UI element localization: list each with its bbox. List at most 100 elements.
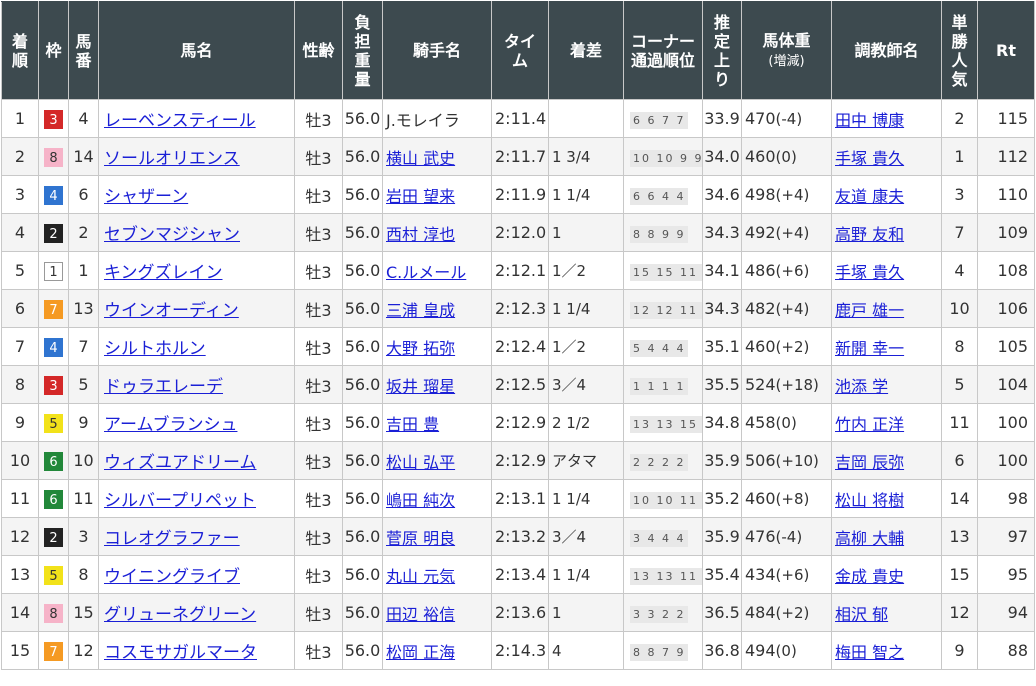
horse-name-link[interactable]: レーベンスティール bbox=[104, 111, 256, 131]
umaban-cell: 10 bbox=[68, 441, 99, 480]
table-row: 8 3 5 ドゥラエレーデ 牡3 56.0 坂井 瑠星 2:12.5 3／4 1… bbox=[1, 365, 1035, 404]
sex-age-cell: 牡3 bbox=[294, 517, 343, 556]
trainer-link[interactable]: 鹿戸 雄一 bbox=[835, 301, 904, 320]
header-horse-name: 馬名 bbox=[98, 1, 295, 100]
popularity-cell: 9 bbox=[941, 631, 978, 670]
trainer-link[interactable]: 高野 友和 bbox=[835, 225, 904, 244]
body-weight-cell: 492(+4) bbox=[741, 213, 832, 252]
trainer-link[interactable]: 相沢 郁 bbox=[835, 605, 888, 624]
jockey-link[interactable]: 三浦 皇成 bbox=[386, 301, 455, 320]
jockey-link[interactable]: 西村 淳也 bbox=[386, 225, 455, 244]
margin-cell: 3／4 bbox=[548, 517, 624, 556]
corner-positions: 8 8 7 9 bbox=[630, 643, 689, 661]
popularity-cell: 7 bbox=[941, 213, 978, 252]
umaban-cell: 15 bbox=[68, 593, 99, 632]
horse-name-link[interactable]: セブンマジシャン bbox=[104, 225, 240, 245]
horse-name-cell: コレオグラファー bbox=[98, 517, 295, 556]
last3f-cell: 35.1 bbox=[702, 327, 742, 366]
horse-name-link[interactable]: アームブランシュ bbox=[104, 415, 237, 435]
header-last3f: 推定上り bbox=[702, 1, 742, 100]
horse-name-link[interactable]: グリューネグリーン bbox=[104, 605, 256, 625]
table-row: 3 4 6 シャザーン 牡3 56.0 岩田 望来 2:11.9 1 1/4 6… bbox=[1, 175, 1035, 214]
jockey-link[interactable]: 横山 武史 bbox=[386, 149, 455, 168]
body-weight-diff: (+10) bbox=[775, 452, 819, 470]
table-row: 6 7 13 ウインオーディン 牡3 56.0 三浦 皇成 2:12.3 1 1… bbox=[1, 289, 1035, 328]
time-cell: 2:11.4 bbox=[491, 99, 549, 138]
margin-text: アタマ bbox=[552, 452, 598, 470]
horse-name-link[interactable]: ウィズユアドリーム bbox=[104, 453, 257, 473]
trainer-link[interactable]: 高柳 大輔 bbox=[835, 529, 904, 548]
horse-name-link[interactable]: キングズレイン bbox=[104, 263, 223, 283]
horse-name-cell: アームブランシュ bbox=[98, 403, 295, 442]
margin-text: 1 1/4 bbox=[552, 566, 591, 584]
jockey-cell: 三浦 皇成 bbox=[382, 289, 492, 328]
trainer-link[interactable]: 手塚 貴久 bbox=[835, 149, 904, 168]
rt-cell: 100 bbox=[977, 403, 1035, 442]
time-cell: 2:11.7 bbox=[491, 137, 549, 176]
jockey-link[interactable]: 丸山 元気 bbox=[386, 567, 455, 586]
horse-name-link[interactable]: シャザーン bbox=[104, 187, 188, 207]
trainer-link[interactable]: 田中 博康 bbox=[835, 111, 904, 130]
jockey-link[interactable]: 菅原 明良 bbox=[386, 529, 455, 548]
jockey-link[interactable]: C.ルメール bbox=[386, 263, 466, 282]
trainer-link[interactable]: 手塚 貴久 bbox=[835, 263, 904, 282]
jockey-link[interactable]: 松岡 正海 bbox=[386, 643, 455, 662]
horse-name-link[interactable]: ソールオリエンス bbox=[104, 149, 240, 169]
jockey-link[interactable]: 坂井 瑠星 bbox=[386, 377, 455, 396]
jockey-cell: 田辺 裕信 bbox=[382, 593, 492, 632]
margin-text: 1／2 bbox=[552, 338, 587, 356]
trainer-cell: 梅田 智之 bbox=[831, 631, 942, 670]
jockey-link[interactable]: 田辺 裕信 bbox=[386, 605, 455, 624]
time-cell: 2:12.9 bbox=[491, 403, 549, 442]
header-body-weight: 馬体重 (増減) bbox=[741, 1, 832, 100]
horse-name-cell: ウインオーディン bbox=[98, 289, 295, 328]
rank-cell: 10 bbox=[1, 441, 39, 480]
horse-name-link[interactable]: シルトホルン bbox=[104, 339, 206, 359]
last3f-cell: 34.1 bbox=[702, 251, 742, 290]
umaban-cell: 5 bbox=[68, 365, 99, 404]
rt-cell: 110 bbox=[977, 175, 1035, 214]
trainer-link[interactable]: 松山 将樹 bbox=[835, 491, 904, 510]
umaban-cell: 4 bbox=[68, 99, 99, 138]
popularity-cell: 1 bbox=[941, 137, 978, 176]
jockey-cell: 松岡 正海 bbox=[382, 631, 492, 670]
horse-name-link[interactable]: ドゥラエレーデ bbox=[104, 377, 223, 397]
jockey-link[interactable]: 大野 拓弥 bbox=[386, 339, 455, 358]
body-weight-cell: 484(+2) bbox=[741, 593, 832, 632]
trainer-link[interactable]: 友道 康夫 bbox=[835, 187, 904, 206]
table-row: 14 8 15 グリューネグリーン 牡3 56.0 田辺 裕信 2:13.6 1… bbox=[1, 593, 1035, 632]
trainer-link[interactable]: 梅田 智之 bbox=[835, 643, 904, 662]
sex-age-cell: 牡3 bbox=[294, 289, 343, 328]
time-cell: 2:12.4 bbox=[491, 327, 549, 366]
jockey-link[interactable]: 岩田 望来 bbox=[386, 187, 455, 206]
last3f-cell: 35.2 bbox=[702, 479, 742, 518]
weight-cell: 56.0 bbox=[342, 365, 383, 404]
trainer-link[interactable]: 金成 貴史 bbox=[835, 567, 904, 586]
jockey-link[interactable]: 嶋田 純次 bbox=[386, 491, 455, 510]
popularity-cell: 12 bbox=[941, 593, 978, 632]
horse-name-link[interactable]: ウインオーディン bbox=[104, 301, 239, 321]
popularity-cell: 15 bbox=[941, 555, 978, 594]
trainer-link[interactable]: 新開 幸一 bbox=[835, 339, 904, 358]
trainer-link[interactable]: 竹内 正洋 bbox=[835, 415, 904, 434]
jockey-link[interactable]: 吉田 豊 bbox=[386, 415, 439, 434]
horse-name-link[interactable]: シルバープリペット bbox=[104, 491, 256, 511]
trainer-link[interactable]: 吉岡 辰弥 bbox=[835, 453, 904, 472]
body-weight-diff: (+4) bbox=[775, 224, 810, 242]
horse-name-link[interactable]: ウイニングライブ bbox=[104, 567, 240, 587]
waku-cell: 3 bbox=[38, 365, 69, 404]
body-weight-cell: 524(+18) bbox=[741, 365, 832, 404]
body-weight-diff: (0) bbox=[775, 414, 797, 432]
jockey-cell: 松山 弘平 bbox=[382, 441, 492, 480]
horse-name-link[interactable]: コスモサガルマータ bbox=[104, 643, 257, 663]
corner-positions: 3 4 4 4 bbox=[630, 529, 689, 547]
rt-cell: 94 bbox=[977, 593, 1035, 632]
horse-name-link[interactable]: コレオグラファー bbox=[104, 529, 240, 549]
jockey-link[interactable]: 松山 弘平 bbox=[386, 453, 455, 472]
trainer-link[interactable]: 池添 学 bbox=[835, 377, 888, 396]
corner-cell: 3 3 2 2 bbox=[623, 593, 703, 632]
weight-cell: 56.0 bbox=[342, 479, 383, 518]
body-weight-cell: 486(+6) bbox=[741, 251, 832, 290]
waku-cell: 5 bbox=[38, 403, 69, 442]
rt-cell: 106 bbox=[977, 289, 1035, 328]
